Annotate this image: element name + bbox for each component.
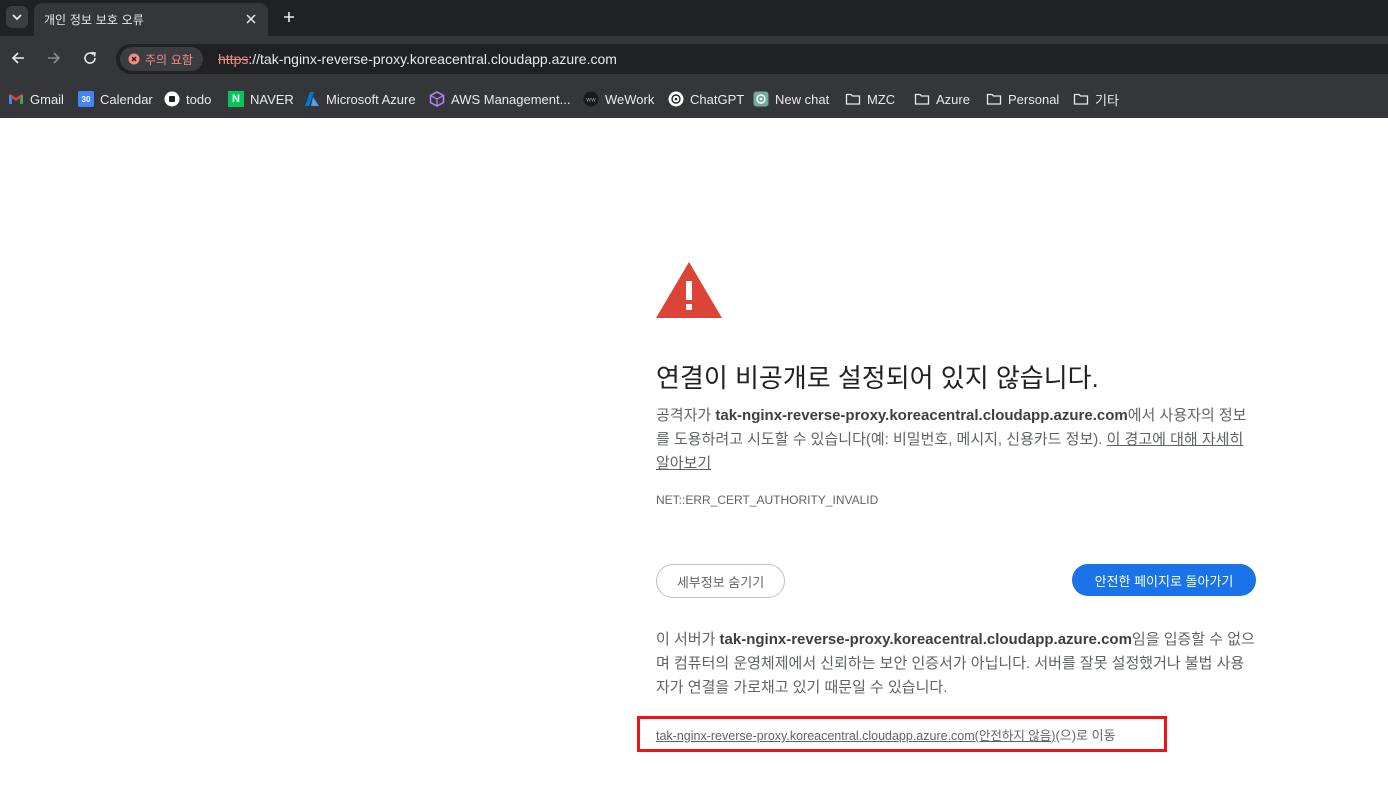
bookmark-label: New chat bbox=[775, 91, 830, 107]
chatgpt-icon bbox=[753, 91, 769, 107]
chatgpt-icon bbox=[668, 91, 684, 107]
warning-triangle-icon bbox=[656, 262, 722, 318]
bookmark-label: ChatGPT bbox=[690, 91, 745, 107]
todo-icon bbox=[164, 91, 180, 107]
address-bar[interactable]: 주의 요함 https://tak-nginx-reverse-proxy.ko… bbox=[116, 44, 1388, 74]
azure-icon bbox=[305, 92, 319, 106]
bookmark-label: NAVER bbox=[250, 91, 294, 107]
bookmark-gmail[interactable]: Gmail bbox=[8, 89, 64, 109]
folder-icon bbox=[914, 93, 930, 105]
bookmark-folder-mzc[interactable]: MZC bbox=[845, 89, 895, 109]
explanation-prefix: 공격자가 bbox=[656, 407, 716, 424]
bookmark-folder-azure[interactable]: Azure bbox=[914, 89, 970, 109]
url-scheme: https bbox=[218, 51, 249, 67]
bookmark-naver[interactable]: N NAVER bbox=[228, 89, 294, 109]
bookmarks-bar: Gmail 30 Calendar todo N NAVER Microsoft… bbox=[0, 81, 1388, 118]
bookmark-chatgpt[interactable]: ChatGPT bbox=[668, 89, 744, 109]
bookmark-label: AWS Management... bbox=[451, 91, 571, 107]
plus-icon bbox=[284, 12, 294, 22]
gmail-icon bbox=[9, 94, 23, 104]
aws-icon bbox=[429, 91, 445, 107]
security-chip[interactable]: 주의 요함 bbox=[120, 47, 203, 71]
reload-button[interactable] bbox=[80, 48, 100, 68]
bookmark-label: Gmail bbox=[30, 91, 64, 107]
forward-button[interactable] bbox=[44, 48, 64, 68]
bookmark-folder-other[interactable]: 기타 bbox=[1073, 89, 1119, 109]
details-text: 이 서버가 tak-nginx-reverse-proxy.koreacentr… bbox=[656, 628, 1256, 700]
new-tab-button[interactable] bbox=[278, 6, 300, 28]
arrow-left-icon bbox=[11, 52, 24, 64]
folder-icon bbox=[1073, 93, 1089, 105]
naver-icon: N bbox=[228, 91, 244, 107]
bookmark-calendar[interactable]: 30 Calendar bbox=[78, 89, 153, 109]
folder-icon bbox=[986, 93, 1002, 105]
browser-toolbar: 주의 요함 https://tak-nginx-reverse-proxy.ko… bbox=[0, 36, 1388, 81]
back-to-safety-button[interactable]: 안전한 페이지로 돌아가기 bbox=[1072, 564, 1256, 596]
url-text[interactable]: https://tak-nginx-reverse-proxy.koreacen… bbox=[218, 51, 617, 67]
reload-icon bbox=[84, 51, 96, 64]
bookmark-label: Microsoft Azure bbox=[326, 91, 416, 107]
proceed-link[interactable]: tak-nginx-reverse-proxy.koreacentral.clo… bbox=[656, 729, 1055, 743]
page-title: 연결이 비공개로 설정되어 있지 않습니다. bbox=[656, 363, 1099, 393]
bookmark-folder-personal[interactable]: Personal bbox=[986, 89, 1059, 109]
proceed-suffix: (으)로 이동 bbox=[1055, 728, 1116, 743]
folder-icon bbox=[845, 93, 861, 105]
security-label: 주의 요함 bbox=[145, 52, 193, 67]
bookmark-label: todo bbox=[186, 91, 212, 107]
tab-close-button[interactable] bbox=[242, 10, 260, 28]
bookmark-label: Personal bbox=[1008, 91, 1060, 107]
chevron-down-icon bbox=[12, 14, 22, 21]
host-name: tak-nginx-reverse-proxy.koreacentral.clo… bbox=[719, 631, 1132, 648]
bookmark-todo[interactable]: todo bbox=[164, 89, 211, 109]
back-button[interactable] bbox=[8, 48, 28, 68]
close-icon bbox=[246, 14, 256, 24]
bookmark-label: 기타 bbox=[1095, 92, 1119, 108]
hide-details-button[interactable]: 세부정보 숨기기 bbox=[656, 564, 785, 598]
svg-text:ww: ww bbox=[586, 97, 596, 104]
active-tab[interactable]: 개인 정보 보호 오류 bbox=[34, 3, 268, 36]
bookmark-aws[interactable]: AWS Management... bbox=[429, 89, 570, 109]
url-host: ://tak-nginx-reverse-proxy.koreacentral.… bbox=[248, 51, 617, 67]
error-code: NET::ERR_CERT_AUTHORITY_INVALID bbox=[656, 493, 879, 507]
wework-icon: ww bbox=[583, 91, 599, 107]
bookmark-new-chat[interactable]: New chat bbox=[753, 89, 829, 109]
tab-title: 개인 정보 보호 오류 bbox=[44, 13, 144, 27]
bookmark-label: Azure bbox=[936, 91, 970, 107]
arrow-right-icon bbox=[48, 52, 61, 64]
proceed-line: tak-nginx-reverse-proxy.koreacentral.clo… bbox=[656, 725, 1116, 744]
tab-search-button[interactable] bbox=[6, 6, 28, 28]
bookmark-microsoft-azure[interactable]: Microsoft Azure bbox=[304, 89, 416, 109]
calendar-icon: 30 bbox=[78, 91, 94, 107]
details-prefix: 이 서버가 bbox=[656, 631, 720, 648]
bookmark-label: Calendar bbox=[100, 91, 153, 107]
error-explanation: 공격자가 tak-nginx-reverse-proxy.koreacentra… bbox=[656, 404, 1256, 476]
bookmark-wework[interactable]: ww WeWork bbox=[583, 89, 654, 109]
not-secure-icon bbox=[128, 53, 140, 65]
host-name: tak-nginx-reverse-proxy.koreacentral.clo… bbox=[715, 407, 1128, 424]
bookmark-label: MZC bbox=[867, 91, 896, 107]
tab-strip: 개인 정보 보호 오류 bbox=[0, 0, 1388, 36]
bookmark-label: WeWork bbox=[605, 91, 655, 107]
